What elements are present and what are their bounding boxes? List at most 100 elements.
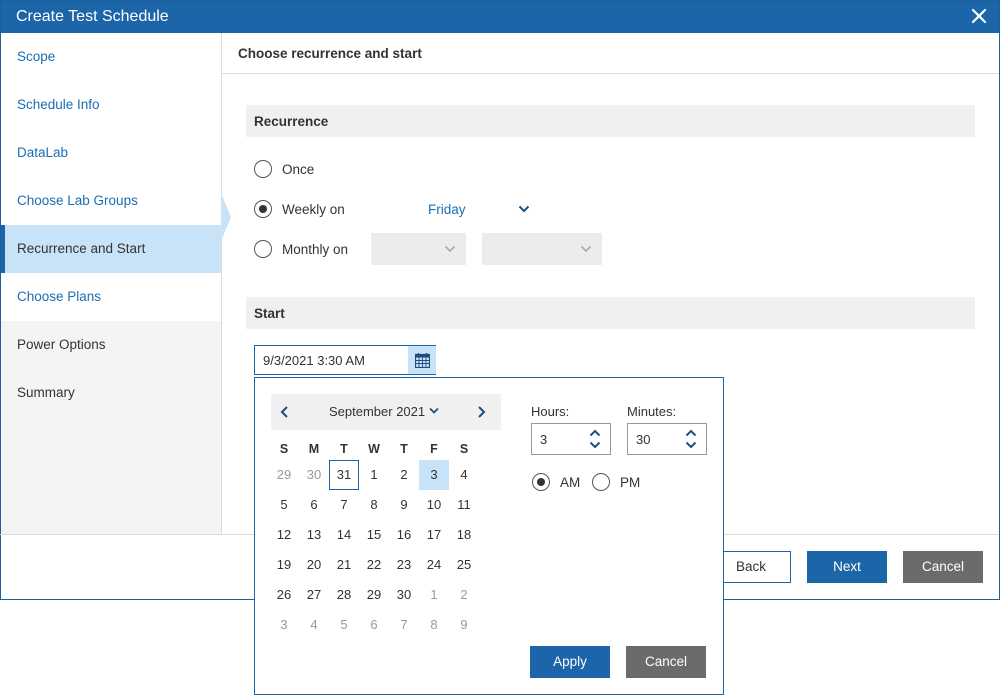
calendar-day[interactable]: 6	[299, 490, 329, 520]
page-title: Choose recurrence and start	[238, 46, 422, 61]
calendar-day[interactable]: 5	[269, 490, 299, 520]
calendar-day[interactable]: 17	[419, 520, 449, 550]
decrement-minutes-icon[interactable]	[685, 440, 697, 450]
next-month-icon[interactable]	[473, 404, 489, 420]
calendar-day-outside-month[interactable]: 29	[269, 460, 299, 490]
calendar-day[interactable]: 23	[389, 550, 419, 580]
sidebar-item-summary: Summary	[17, 385, 75, 400]
cancel-button[interactable]: Cancel	[903, 551, 983, 583]
am-radio[interactable]	[532, 473, 550, 491]
once-radio[interactable]	[254, 160, 272, 178]
calendar-day[interactable]: 20	[299, 550, 329, 580]
calendar-day-outside-month[interactable]: 5	[329, 610, 359, 640]
calendar-day[interactable]: 30	[389, 580, 419, 610]
calendar-day[interactable]: 12	[269, 520, 299, 550]
calendar-day[interactable]: 9	[389, 490, 419, 520]
dialog-title: Create Test Schedule	[16, 8, 169, 25]
chevron-down-icon	[580, 245, 592, 253]
decrement-hours-icon[interactable]	[589, 440, 601, 450]
next-button[interactable]: Next	[807, 551, 887, 583]
previous-month-icon[interactable]	[277, 404, 293, 420]
open-calendar-button[interactable]	[408, 346, 436, 374]
wizard-steps-sidebar: Scope Schedule Info DataLab Choose Lab G…	[1, 33, 222, 535]
calendar-day[interactable]: 25	[449, 550, 479, 580]
calendar-icon	[415, 353, 430, 368]
calendar-day[interactable]: 24	[419, 550, 449, 580]
chevron-down-icon	[444, 245, 456, 253]
calendar-day-outside-month[interactable]: 6	[359, 610, 389, 640]
hours-stepper[interactable]: 3	[531, 423, 611, 455]
increment-minutes-icon[interactable]	[685, 428, 697, 438]
chevron-down-icon	[518, 205, 530, 213]
calendar-day-outside-month[interactable]: 3	[269, 610, 299, 640]
month-year-label: September 2021	[329, 404, 426, 419]
minutes-value: 30	[636, 432, 651, 447]
calendar-day[interactable]: 15	[359, 520, 389, 550]
calendar-day[interactable]: 16	[389, 520, 419, 550]
calendar-day[interactable]: 27	[299, 580, 329, 610]
weekday-label: M	[308, 442, 320, 456]
weekday-label: T	[340, 442, 348, 456]
calendar-day[interactable]: 22	[359, 550, 389, 580]
calendar-day[interactable]: 11	[449, 490, 479, 520]
sidebar-item-choose-lab-groups[interactable]: Choose Lab Groups	[1, 177, 221, 225]
calendar-day[interactable]: 2	[389, 460, 419, 490]
calendar-day[interactable]: 26	[269, 580, 299, 610]
pm-radio[interactable]	[592, 473, 610, 491]
apply-button[interactable]: Apply	[530, 646, 610, 678]
calendar-day[interactable]: 8	[359, 490, 389, 520]
active-step-pointer	[221, 193, 231, 241]
calendar-day-outside-month[interactable]: 7	[389, 610, 419, 640]
calendar-day[interactable]: 29	[359, 580, 389, 610]
calendar-day[interactable]: 13	[299, 520, 329, 550]
weekday-label: F	[430, 442, 438, 456]
sidebar-item-choose-plans[interactable]: Choose Plans	[1, 273, 221, 321]
calendar-day-outside-month[interactable]: 9	[449, 610, 479, 640]
datetime-picker-popup: September 2021 SMTWTFS 29 30 31 1 2 3 4 5 6 7 8 9 10…	[254, 377, 724, 695]
month-year-selector[interactable]: September 2021	[329, 404, 439, 419]
recurrence-section-header: Recurrence	[246, 105, 975, 137]
weekly-on-label: Weekly on	[282, 202, 345, 217]
calendar-day[interactable]: 19	[269, 550, 299, 580]
sidebar-item-recurrence-and-start[interactable]: Recurrence and Start	[1, 225, 221, 273]
weekday-label: S	[459, 442, 469, 456]
popup-cancel-button[interactable]: Cancel	[626, 646, 706, 678]
calendar-day-outside-month[interactable]: 4	[299, 610, 329, 640]
calendar-day[interactable]: 14	[329, 520, 359, 550]
calendar-day[interactable]: 3	[419, 460, 449, 490]
calendar-day[interactable]: 10	[419, 490, 449, 520]
hours-label: Hours:	[531, 404, 570, 419]
calendar-day-outside-month[interactable]: 30	[299, 460, 329, 490]
minutes-label: Minutes:	[627, 404, 677, 419]
weekday-label: S	[279, 442, 289, 456]
calendar-day-outside-month[interactable]: 1	[419, 580, 449, 610]
weekly-on-radio[interactable]	[254, 200, 272, 218]
calendar-day[interactable]: 28	[329, 580, 359, 610]
minutes-stepper[interactable]: 30	[627, 423, 707, 455]
monthly-on-label: Monthly on	[282, 242, 349, 257]
once-label: Once	[282, 162, 315, 177]
dialog-titlebar: Create Test Schedule	[1, 1, 999, 33]
weekly-day-dropdown[interactable]: Friday	[420, 198, 532, 222]
sidebar-item-scope[interactable]: Scope	[1, 33, 221, 81]
monthly-week-dropdown[interactable]	[371, 233, 466, 265]
calendar-day-outside-month[interactable]: 2	[449, 580, 479, 610]
sidebar-item-power-options: Power Options	[17, 337, 106, 352]
calendar-day-outside-month[interactable]: 8	[419, 610, 449, 640]
increment-hours-icon[interactable]	[589, 428, 601, 438]
pm-label: PM	[620, 475, 641, 490]
weekly-day-value: Friday	[428, 202, 466, 217]
sidebar-item-schedule-info[interactable]: Schedule Info	[1, 81, 221, 129]
monthly-on-radio[interactable]	[254, 240, 272, 258]
close-icon[interactable]	[969, 6, 989, 26]
calendar-day[interactable]: 18	[449, 520, 479, 550]
calendar-day[interactable]: 7	[329, 490, 359, 520]
calendar-day[interactable]: 4	[449, 460, 479, 490]
calendar-day[interactable]: 21	[329, 550, 359, 580]
start-section-header: Start	[246, 297, 975, 329]
weekday-label: W	[368, 442, 380, 456]
calendar-day-outside-month[interactable]: 31	[329, 460, 359, 490]
sidebar-item-datalab[interactable]: DataLab	[1, 129, 221, 177]
calendar-day[interactable]: 1	[359, 460, 389, 490]
monthly-day-dropdown[interactable]	[482, 233, 602, 265]
